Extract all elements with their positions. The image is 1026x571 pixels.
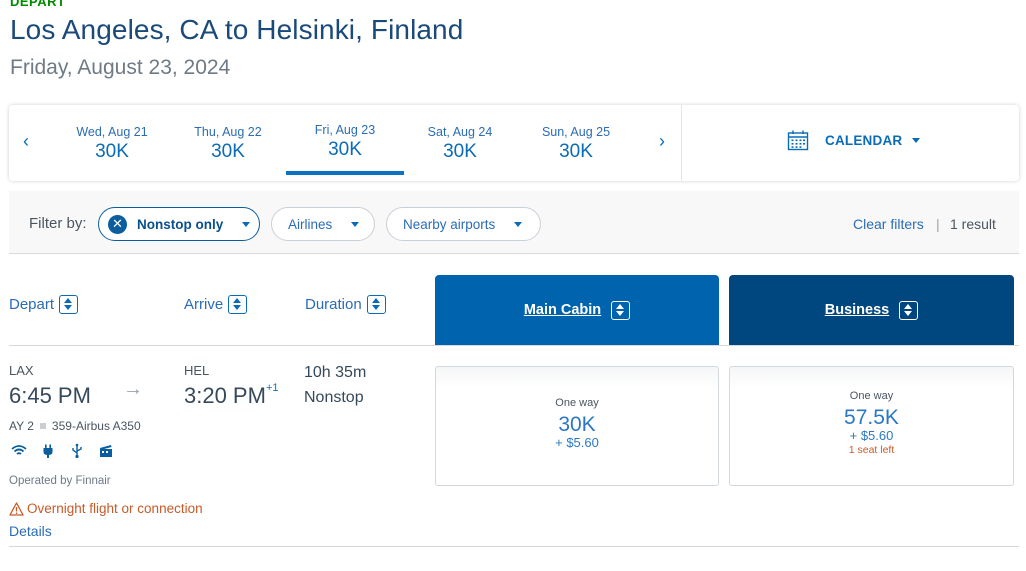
- trip-type: One way: [555, 397, 599, 409]
- cabin-label: Business: [824, 302, 890, 318]
- caret-down-icon: [912, 137, 921, 143]
- day-offset: +1: [265, 381, 279, 394]
- depart-time: 6:45 PM: [9, 383, 91, 408]
- arrow-right-icon: →: [123, 378, 143, 400]
- usb-icon: [72, 443, 82, 459]
- calendar-button[interactable]: CALENDAR: [787, 129, 921, 151]
- filter-pill-label: Nearby airports: [403, 216, 496, 232]
- date-tab-label: Fri, Aug 23: [314, 123, 376, 137]
- divider: [9, 546, 1019, 547]
- fare-tax: + $5.60: [849, 428, 894, 443]
- flight-number: AY 2: [9, 419, 34, 433]
- details-link[interactable]: Details: [9, 523, 52, 539]
- overnight-warning: Overnight flight or connection: [9, 501, 203, 516]
- stops: Nonstop: [304, 389, 364, 406]
- trip-type: One way: [849, 390, 894, 402]
- seats-left: 1 seat left: [848, 444, 895, 456]
- fare-miles: 30K: [558, 413, 596, 436]
- filter-nearby-airports[interactable]: Nearby airports: [386, 207, 541, 241]
- remove-filter-icon[interactable]: ✕: [108, 214, 127, 234]
- caret-down-icon: [514, 221, 523, 227]
- caret-down-icon: [242, 221, 251, 227]
- divider: [681, 105, 682, 181]
- date-carousel: ‹ Wed, Aug 21 30K Thu, Aug 22 30K Fri, A…: [9, 105, 1019, 181]
- date-tab-label: Thu, Aug 22: [194, 125, 262, 139]
- caret-down-icon: [351, 221, 360, 227]
- date-tab-label: Sat, Aug 24: [427, 125, 493, 139]
- date-tab-aug-22[interactable]: Thu, Aug 22 30K: [175, 125, 281, 163]
- page-title: Los Angeles, CA to Helsinki, Finland: [10, 14, 464, 45]
- filter-airlines[interactable]: Airlines: [271, 207, 375, 241]
- date-tab-price: 30K: [443, 141, 477, 162]
- operated-by: Operated by Finnair: [9, 475, 111, 487]
- sort-icon: [611, 300, 631, 320]
- amenities: [11, 443, 114, 459]
- chevron-right-icon[interactable]: ›: [659, 131, 665, 152]
- date-tab-price: 30K: [559, 141, 593, 162]
- date-tab-aug-24[interactable]: Sat, Aug 24 30K: [407, 125, 513, 163]
- arrive-time-wrap: 3:20 PM+1: [184, 381, 279, 409]
- sort-icon: [366, 295, 386, 314]
- filter-nonstop-only[interactable]: ✕ Nonstop only: [98, 207, 260, 241]
- date-tab-aug-23[interactable]: Fri, Aug 23 30K: [286, 123, 404, 175]
- separator: |: [936, 216, 940, 232]
- wifi-icon: [11, 445, 27, 455]
- filter-label: Filter by:: [29, 215, 87, 232]
- date-tab-aug-21[interactable]: Wed, Aug 21 30K: [59, 125, 165, 163]
- fare-main-cabin[interactable]: One way 30K + $5.60: [435, 366, 719, 486]
- destination-code: HEL: [184, 363, 210, 378]
- flight-info: AY 2 359-Airbus A350: [9, 419, 141, 433]
- sort-business[interactable]: Business: [729, 275, 1014, 345]
- sort-duration[interactable]: Duration: [305, 295, 386, 314]
- warning-icon: [9, 501, 24, 516]
- filter-pill-label: Airlines: [288, 216, 333, 232]
- overnight-warning-text: Overnight flight or connection: [27, 501, 203, 516]
- sort-main-cabin[interactable]: Main Cabin: [435, 275, 719, 345]
- chevron-left-icon[interactable]: ‹: [23, 131, 29, 152]
- sort-icon: [899, 300, 919, 320]
- duration: 10h 35m: [304, 364, 367, 381]
- filter-bar: Filter by: ✕ Nonstop only Airlines Nearb…: [9, 191, 1019, 254]
- cabin-label: Main Cabin: [523, 302, 602, 318]
- fare-tax: + $5.60: [555, 435, 599, 450]
- clear-filters-link[interactable]: Clear filters: [853, 216, 924, 232]
- power-plug-icon: [43, 444, 53, 458]
- entertainment-icon: [100, 445, 112, 457]
- calendar-label: CALENDAR: [825, 132, 903, 148]
- result-count: 1 result: [950, 216, 996, 232]
- sort-icon: [228, 295, 248, 314]
- date-tab-label: Sun, Aug 25: [541, 125, 611, 139]
- aircraft: 359-Airbus A350: [51, 419, 141, 433]
- column-label: Duration: [305, 296, 362, 313]
- filter-pill-label: Nonstop only: [137, 216, 224, 232]
- separator-dot: [39, 423, 46, 429]
- divider: [9, 345, 1019, 346]
- column-label: Depart: [9, 296, 55, 313]
- sort-icon: [59, 295, 79, 314]
- arrive-time: 3:20 PM: [184, 383, 266, 408]
- travel-date: Friday, August 23, 2024: [10, 56, 231, 79]
- column-label: Arrive: [184, 296, 224, 313]
- sort-arrive[interactable]: Arrive: [184, 295, 248, 314]
- origin-code: LAX: [9, 363, 34, 378]
- date-tab-aug-25[interactable]: Sun, Aug 25 30K: [523, 125, 629, 163]
- calendar-icon: [787, 130, 809, 151]
- date-tab-label: Wed, Aug 21: [76, 125, 148, 139]
- fare-business[interactable]: One way 57.5K + $5.60 1 seat left: [729, 366, 1014, 486]
- sort-depart[interactable]: Depart: [9, 295, 79, 314]
- depart-section-label: DEPART: [10, 0, 66, 9]
- date-tab-price: 30K: [95, 141, 129, 162]
- date-tab-price: 30K: [211, 141, 245, 162]
- date-tab-price: 30K: [328, 139, 362, 160]
- fare-miles: 57.5K: [844, 406, 899, 429]
